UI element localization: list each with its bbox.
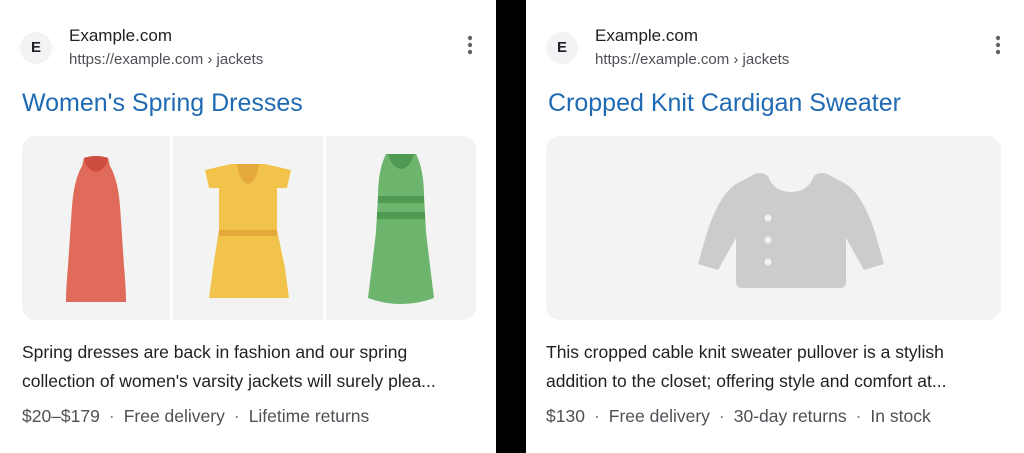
site-favicon: E bbox=[20, 32, 52, 64]
site-url[interactable]: https://example.com › jackets bbox=[69, 51, 263, 68]
product-thumb-red-dress[interactable] bbox=[22, 136, 170, 320]
site-url[interactable]: https://example.com › jackets bbox=[595, 51, 789, 68]
snippet-line: This cropped cable knit sweater pullover… bbox=[546, 342, 944, 362]
result-title-link[interactable]: Cropped Knit Cardigan Sweater bbox=[548, 89, 901, 118]
site-favicon: E bbox=[546, 32, 578, 64]
product-thumb-green-dress[interactable] bbox=[326, 136, 476, 320]
price-range: $20–$179 bbox=[22, 406, 100, 426]
more-options-button[interactable] bbox=[992, 34, 1004, 58]
site-attribution[interactable]: E Example.com https://example.com › jack… bbox=[20, 22, 476, 70]
delivery-info: Free delivery bbox=[123, 406, 225, 426]
site-attribution[interactable]: E Example.com https://example.com › jack… bbox=[546, 22, 1004, 70]
product-image-strip[interactable] bbox=[22, 136, 476, 320]
result-snippet: This cropped cable knit sweater pullover… bbox=[546, 338, 1000, 396]
yellow-dress-icon bbox=[205, 164, 291, 298]
more-vert-icon bbox=[467, 35, 473, 55]
returns-info: Lifetime returns bbox=[248, 406, 370, 426]
snippet-line: collection of women's varsity jackets wi… bbox=[22, 371, 436, 391]
result-title-link[interactable]: Women's Spring Dresses bbox=[22, 89, 303, 118]
more-options-button[interactable] bbox=[464, 34, 476, 58]
site-name[interactable]: Example.com bbox=[69, 26, 172, 46]
result-snippet: Spring dresses are back in fashion and o… bbox=[22, 338, 476, 396]
product-thumb-yellow-dress[interactable] bbox=[173, 136, 323, 320]
result-meta: $130 · Free delivery · 30-day returns · In sto… bbox=[546, 406, 931, 427]
result-meta: $20–$179 · Free delivery · Lifetime returns bbox=[22, 406, 369, 427]
red-dress-icon bbox=[66, 156, 126, 302]
delivery-info: Free delivery bbox=[608, 406, 710, 426]
product-image-panel[interactable] bbox=[546, 136, 1001, 320]
more-vert-icon bbox=[995, 35, 1001, 55]
snippet-line: Spring dresses are back in fashion and o… bbox=[22, 342, 408, 362]
search-result-card: E Example.com https://example.com › jack… bbox=[0, 0, 496, 453]
separator-dot: · bbox=[593, 406, 600, 426]
separator-dot: · bbox=[855, 406, 862, 426]
search-result-card: E Example.com https://example.com › jack… bbox=[526, 0, 1024, 453]
separator-dot: · bbox=[718, 406, 725, 426]
cardigan-placeholder-icon bbox=[698, 173, 884, 288]
site-name[interactable]: Example.com bbox=[595, 26, 698, 46]
price: $130 bbox=[546, 406, 585, 426]
returns-info: 30-day returns bbox=[733, 406, 847, 426]
separator-dot: · bbox=[233, 406, 240, 426]
snippet-line: addition to the closet; offering style a… bbox=[546, 371, 947, 391]
separator-dot: · bbox=[108, 406, 115, 426]
green-dress-icon bbox=[368, 154, 434, 304]
stock-status: In stock bbox=[870, 406, 931, 426]
